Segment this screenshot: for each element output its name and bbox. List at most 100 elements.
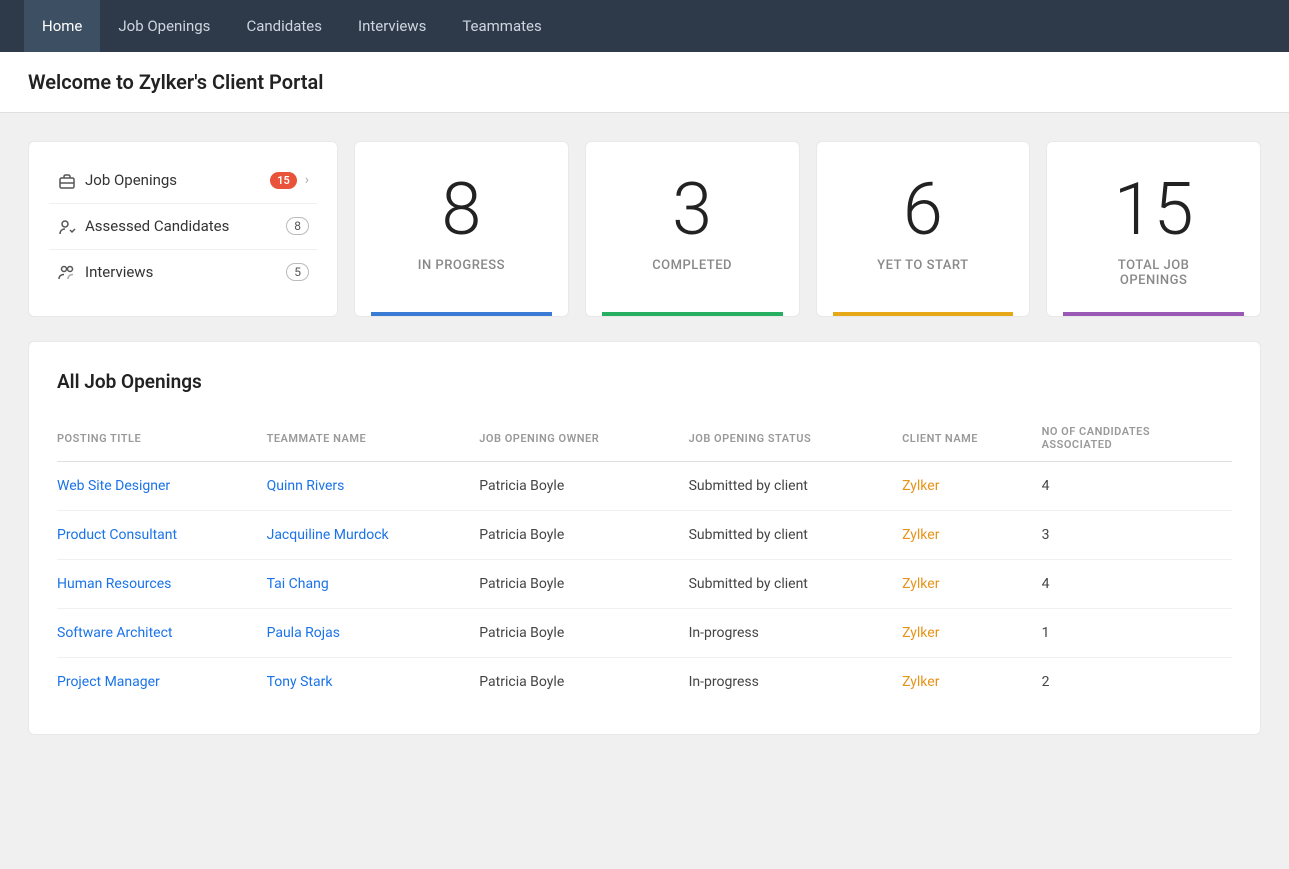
- stat-label-in-progress: IN PROGRESS: [418, 258, 505, 273]
- stat-in-progress: 8 IN PROGRESS: [354, 141, 569, 317]
- stat-number-yet-to-start: 6: [903, 174, 943, 246]
- nav-job-openings[interactable]: Job Openings: [100, 0, 228, 52]
- table-title: All Job Openings: [57, 370, 1232, 393]
- nav-home[interactable]: Home: [24, 0, 100, 52]
- table-row: Product Consultant Jacquiline Murdock Patr…: [57, 511, 1232, 560]
- col-client-name: CLIENT NAME: [902, 417, 1041, 462]
- cell-teammate-name[interactable]: Tai Chang: [267, 560, 480, 609]
- cell-owner: Patricia Boyle: [479, 560, 688, 609]
- top-row: Job Openings 15 › Assessed Candidates 8: [28, 141, 1261, 317]
- posting-title-link[interactable]: Project Manager: [57, 674, 160, 690]
- stat-bar-yet-to-start: [833, 312, 1014, 316]
- cell-teammate-name[interactable]: Tony Stark: [267, 658, 480, 707]
- stat-bar-total: [1063, 312, 1244, 316]
- cell-posting-title[interactable]: Web Site Designer: [57, 462, 267, 511]
- cell-owner: Patricia Boyle: [479, 511, 688, 560]
- col-job-opening-status: JOB OPENING STATUS: [689, 417, 902, 462]
- col-teammate-name: TEAMMATE NAME: [267, 417, 480, 462]
- stat-cards: 8 IN PROGRESS 3 COMPLETED 6 YET TO START…: [354, 141, 1261, 317]
- cell-status: In-progress: [689, 658, 902, 707]
- cell-client[interactable]: Zylker: [902, 609, 1041, 658]
- cell-posting-title[interactable]: Product Consultant: [57, 511, 267, 560]
- cell-candidates: 4: [1042, 560, 1232, 609]
- table-row: Project Manager Tony Stark Patricia BoyleI…: [57, 658, 1232, 707]
- job-openings-badge: 15: [270, 172, 297, 189]
- stat-bar-in-progress: [371, 312, 552, 316]
- posting-title-link[interactable]: Product Consultant: [57, 527, 177, 543]
- sidebar-item-interviews[interactable]: Interviews 5: [49, 250, 317, 295]
- sidebar-job-openings-label: Job Openings: [85, 171, 262, 189]
- nav-interviews[interactable]: Interviews: [340, 0, 444, 52]
- nav-teammates[interactable]: Teammates: [444, 0, 559, 52]
- cell-owner: Patricia Boyle: [479, 462, 688, 511]
- client-name-link[interactable]: Zylker: [902, 527, 939, 543]
- briefcase-icon: [57, 170, 85, 191]
- teammate-name-link[interactable]: Tony Stark: [267, 674, 333, 690]
- cell-status: Submitted by client: [689, 511, 902, 560]
- table-section: All Job Openings POSTING TITLE TEAMMATE …: [28, 341, 1261, 735]
- col-posting-title: POSTING TITLE: [57, 417, 267, 462]
- stat-label-total: TOTAL JOBOPENINGS: [1118, 258, 1189, 288]
- cell-owner: Patricia Boyle: [479, 609, 688, 658]
- client-name-link[interactable]: Zylker: [902, 625, 939, 641]
- posting-title-link[interactable]: Web Site Designer: [57, 478, 170, 494]
- stat-label-yet-to-start: YET TO START: [877, 258, 968, 273]
- cell-posting-title[interactable]: Human Resources: [57, 560, 267, 609]
- cell-candidates: 4: [1042, 462, 1232, 511]
- cell-client[interactable]: Zylker: [902, 511, 1041, 560]
- stat-label-completed: COMPLETED: [652, 258, 732, 273]
- interviews-icon: [57, 262, 85, 283]
- client-name-link[interactable]: Zylker: [902, 478, 939, 494]
- sidebar-item-job-openings[interactable]: Job Openings 15 ›: [49, 158, 317, 204]
- page-title: Welcome to Zylker's Client Portal: [28, 70, 1261, 94]
- sidebar-assessed-label: Assessed Candidates: [85, 217, 278, 235]
- cell-posting-title[interactable]: Software Architect: [57, 609, 267, 658]
- cell-candidates: 2: [1042, 658, 1232, 707]
- stat-completed: 3 COMPLETED: [585, 141, 800, 317]
- col-job-opening-owner: JOB OPENING OWNER: [479, 417, 688, 462]
- stat-yet-to-start: 6 YET TO START: [816, 141, 1031, 317]
- cell-client[interactable]: Zylker: [902, 462, 1041, 511]
- stat-bar-completed: [602, 312, 783, 316]
- main-content: Job Openings 15 › Assessed Candidates 8: [0, 113, 1289, 763]
- posting-title-link[interactable]: Human Resources: [57, 576, 171, 592]
- cell-status: Submitted by client: [689, 462, 902, 511]
- cell-teammate-name[interactable]: Jacquiline Murdock: [267, 511, 480, 560]
- stat-number-completed: 3: [672, 174, 712, 246]
- interviews-badge: 5: [286, 263, 309, 281]
- assess-icon: [57, 216, 85, 237]
- table-row: Web Site Designer Quinn Rivers Patricia Bo…: [57, 462, 1232, 511]
- cell-candidates: 1: [1042, 609, 1232, 658]
- cell-client[interactable]: Zylker: [902, 560, 1041, 609]
- cell-posting-title[interactable]: Project Manager: [57, 658, 267, 707]
- sidebar-interviews-label: Interviews: [85, 263, 278, 281]
- stat-number-total: 15: [1114, 174, 1194, 246]
- sidebar-item-assessed-candidates[interactable]: Assessed Candidates 8: [49, 204, 317, 250]
- table-row: Human Resources Tai Chang Patricia BoyleSu…: [57, 560, 1232, 609]
- table-row: Software Architect Paula Rojas Patricia Bo…: [57, 609, 1232, 658]
- client-name-link[interactable]: Zylker: [902, 576, 939, 592]
- cell-candidates: 3: [1042, 511, 1232, 560]
- cell-status: Submitted by client: [689, 560, 902, 609]
- teammate-name-link[interactable]: Paula Rojas: [267, 625, 340, 641]
- cell-teammate-name[interactable]: Quinn Rivers: [267, 462, 480, 511]
- chevron-right-icon: ›: [305, 172, 309, 188]
- teammate-name-link[interactable]: Quinn Rivers: [267, 478, 345, 494]
- navigation: Home Job Openings Candidates Interviews …: [0, 0, 1289, 52]
- cell-status: In-progress: [689, 609, 902, 658]
- cell-teammate-name[interactable]: Paula Rojas: [267, 609, 480, 658]
- sidebar-card: Job Openings 15 › Assessed Candidates 8: [28, 141, 338, 317]
- col-candidates-associated: NO OF CANDIDATES ASSOCIATED: [1042, 417, 1232, 462]
- stat-total-job-openings: 15 TOTAL JOBOPENINGS: [1046, 141, 1261, 317]
- teammate-name-link[interactable]: Tai Chang: [267, 576, 329, 592]
- cell-client[interactable]: Zylker: [902, 658, 1041, 707]
- cell-owner: Patricia Boyle: [479, 658, 688, 707]
- table-header-row: POSTING TITLE TEAMMATE NAME JOB OPENING …: [57, 417, 1232, 462]
- job-openings-table: POSTING TITLE TEAMMATE NAME JOB OPENING …: [57, 417, 1232, 706]
- nav-candidates[interactable]: Candidates: [228, 0, 340, 52]
- page-header: Welcome to Zylker's Client Portal: [0, 52, 1289, 113]
- teammate-name-link[interactable]: Jacquiline Murdock: [267, 527, 389, 543]
- posting-title-link[interactable]: Software Architect: [57, 625, 173, 641]
- client-name-link[interactable]: Zylker: [902, 674, 939, 690]
- stat-number-in-progress: 8: [441, 174, 481, 246]
